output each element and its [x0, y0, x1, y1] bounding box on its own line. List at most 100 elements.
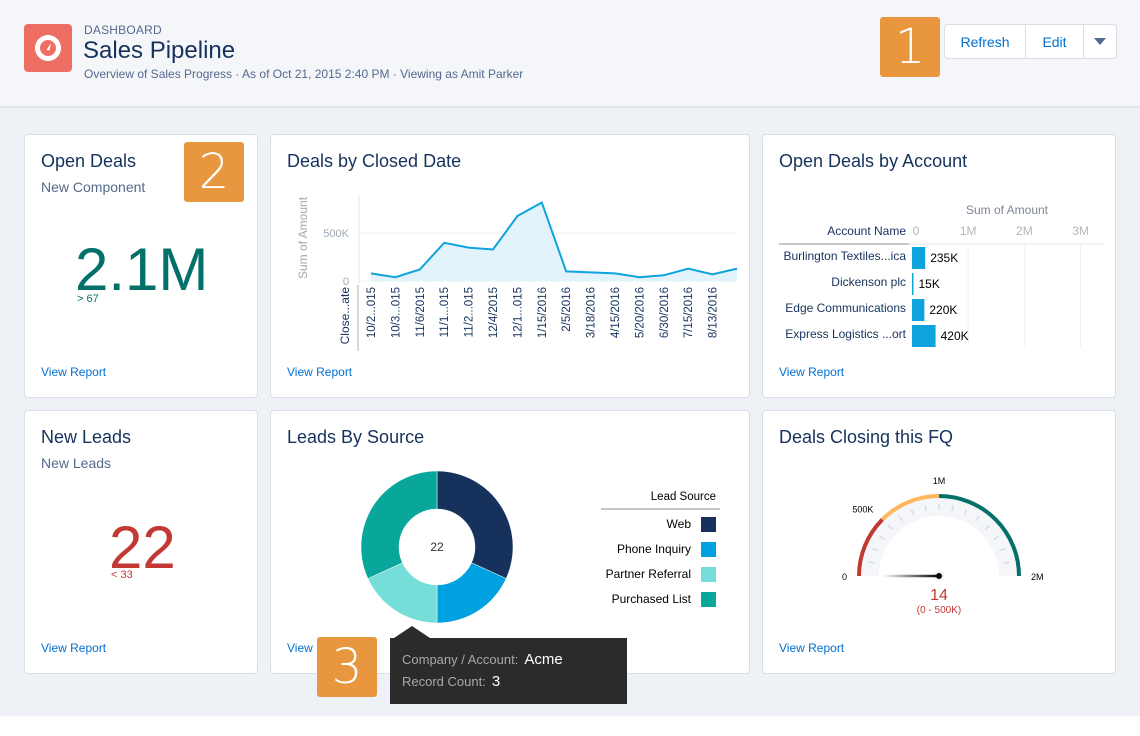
callout-badge-3: 3 — [317, 637, 377, 697]
x-tick-label: 11/2...015 — [464, 287, 476, 337]
x-tick-label: 1/15/2016 — [537, 287, 549, 338]
view-report-link[interactable]: View Report — [779, 641, 844, 655]
page-title: Sales Pipeline — [83, 37, 236, 64]
x-tick-label: 2/5/2016 — [561, 287, 573, 332]
bar-value-label: 220K — [929, 303, 957, 317]
card-deals-closing-fq: Deals Closing this FQ 0 500K 1M 2M 14 (0 - 50… — [762, 410, 1116, 674]
metric-target: < 33 — [111, 569, 133, 581]
gauge-value: 14 — [930, 587, 948, 604]
legend-label: Purchased List — [612, 592, 692, 606]
donut-center-label: 22 — [430, 540, 444, 554]
metric-target: > 67 — [77, 293, 99, 305]
callout-badge-1: 1 — [880, 17, 940, 77]
legend-swatch — [701, 567, 716, 582]
chevron-down-icon — [1094, 37, 1106, 45]
x-tick-label: 12/4/2015 — [488, 287, 500, 338]
gauge-track — [859, 496, 1019, 577]
card-subtitle: New Component — [41, 179, 146, 195]
line-chart: 0 500K Sum of Amount Close...ate 10/2...015 1… — [296, 195, 738, 351]
bar-value-label: 420K — [941, 329, 969, 343]
bar — [912, 273, 914, 295]
gauge-tick-label: 1M — [933, 476, 946, 486]
y-axis-title: Account Name — [827, 224, 906, 238]
x-tick-label: 3M — [1072, 224, 1089, 238]
gauge-tick-label: 0 — [842, 572, 847, 582]
view-report-link[interactable]: View Report — [41, 641, 106, 655]
card-deals-by-closed-date: Deals by Closed Date 0 500K Sum of Amount C… — [270, 134, 750, 398]
bar — [912, 299, 925, 321]
y-tick-label: 500K — [323, 228, 349, 240]
x-tick-label: 4/15/2016 — [610, 287, 622, 338]
card-leads-by-source: Leads By Source 22 Lead Source Web Phone In… — [270, 410, 750, 674]
legend-label: Partner Referral — [606, 567, 691, 581]
x-tick-label: 6/30/2016 — [659, 287, 671, 338]
tooltip-arrow — [394, 626, 430, 638]
bar — [912, 247, 926, 269]
donut-chart: 22 Lead Source Web Phone Inquiry Partner Ref… — [360, 470, 720, 624]
card-title: Deals by Closed Date — [287, 151, 462, 171]
x-tick-label: 7/15/2016 — [683, 287, 695, 338]
tooltip-value: Acme — [524, 650, 563, 668]
callout-badge-2: 2 — [184, 142, 244, 202]
x-tick-label: 0 — [913, 224, 920, 238]
view-report-link[interactable]: View — [287, 641, 313, 655]
legend-title: Lead Source — [651, 491, 716, 503]
category-label: Dickenson plc — [831, 275, 906, 289]
x-axis-title: Sum of Amount — [966, 203, 1049, 217]
dashboard-gauge-icon — [24, 24, 72, 72]
x-tick-label: 3/18/2016 — [586, 287, 598, 338]
category-label: Express Logistics ...ort — [785, 327, 906, 341]
dashboard-header: DASHBOARD Sales Pipeline Overview of Sal… — [0, 0, 1140, 108]
legend-swatch — [701, 542, 716, 557]
card-title: New Leads — [41, 427, 132, 447]
card-open-deals-by-account: Open Deals by Account Sum of Amount Accou… — [762, 134, 1116, 398]
card-title: Leads By Source — [287, 427, 425, 447]
donut-slice — [360, 470, 438, 579]
page-eyebrow: DASHBOARD — [84, 23, 162, 37]
legend-label: Web — [667, 517, 692, 531]
category-label: Edge Communications — [785, 301, 906, 315]
x-tick-label: 11/1...015 — [439, 287, 451, 337]
x-tick-label: 2M — [1016, 224, 1033, 238]
card-subtitle: New Leads — [41, 455, 112, 471]
legend-label: Phone Inquiry — [617, 542, 691, 556]
card-new-leads: New Leads New Leads 22 < 33 View Report — [24, 410, 258, 674]
needle-hub — [936, 573, 942, 579]
view-report-link[interactable]: View Report — [287, 365, 352, 379]
x-tick-label: 10/2...015 — [366, 287, 378, 338]
legend-swatch — [701, 517, 716, 532]
donut-slice — [436, 470, 514, 579]
card-title: Deals Closing this FQ — [779, 427, 954, 447]
view-report-link[interactable]: View Report — [41, 365, 106, 379]
card-title: Open Deals by Account — [779, 151, 968, 171]
x-tick-label: 5/20/2016 — [634, 287, 646, 338]
x-tick-label: 12/1...015 — [512, 287, 524, 338]
tooltip-value: 3 — [491, 672, 501, 690]
header-button-group: Refresh Edit — [944, 24, 1117, 59]
page-meta: Overview of Sales Progress · As of Oct 2… — [84, 67, 524, 81]
more-actions-button[interactable] — [1084, 25, 1116, 58]
x-tick-label: 8/13/2016 — [708, 287, 720, 338]
tooltip-label: Company / Account: — [402, 651, 519, 667]
x-axis-title: Close...ate — [338, 287, 352, 345]
x-tick-label: 11/6/2015 — [415, 287, 427, 337]
refresh-button[interactable]: Refresh — [945, 25, 1026, 58]
view-report-link[interactable]: View Report — [779, 365, 844, 379]
y-tick-label: 0 — [343, 276, 349, 288]
gauge-tick-label: 2M — [1031, 572, 1044, 582]
chart-tooltip: Company / Account: Acme Record Count: 3 — [390, 638, 627, 704]
x-tick-label: 10/3...015 — [390, 287, 402, 338]
bar-value-label: 235K — [930, 251, 958, 265]
x-tick-label: 1M — [960, 224, 977, 238]
y-axis-title: Sum of Amount — [296, 196, 310, 279]
edit-button[interactable]: Edit — [1026, 25, 1084, 58]
card-title: Open Deals — [41, 151, 137, 171]
legend-swatch — [701, 592, 716, 607]
bar-value-label: 15K — [919, 277, 940, 291]
gauge-value-range: (0 - 500K) — [917, 605, 961, 616]
gauge-tick-label: 500K — [852, 504, 873, 514]
bar-chart: Sum of Amount Account Name 0 1M 2M 3M Burlingt… — [779, 203, 1103, 347]
category-label: Burlington Textiles...ica — [783, 249, 906, 263]
bar — [912, 325, 936, 347]
tooltip-label: Record Count: — [402, 673, 486, 689]
